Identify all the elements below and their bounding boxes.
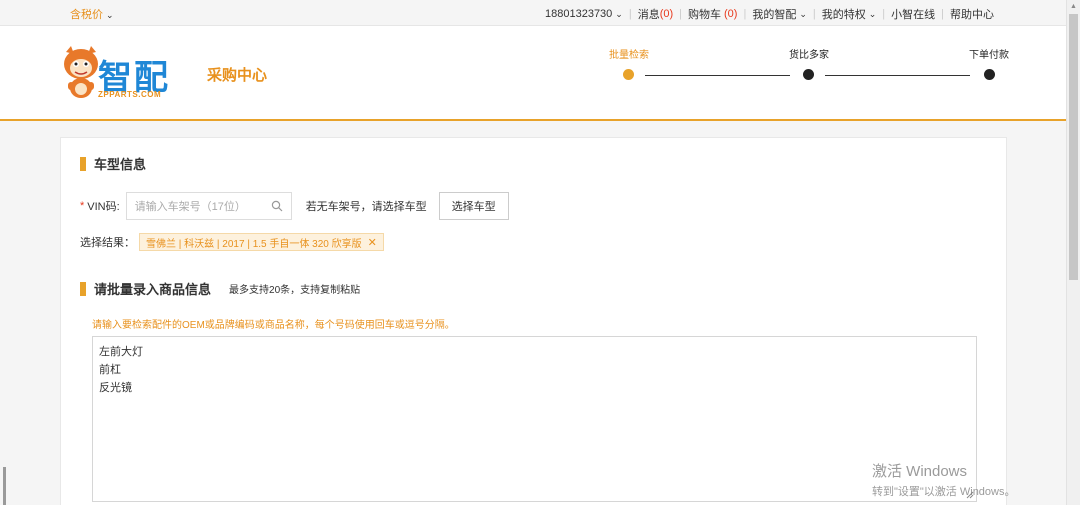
selection-result-row: 选择结果： 雪佛兰 | 科沃兹 | 2017 | 1.5 手自一体 320 欣享… [80, 233, 384, 251]
site-logo[interactable]: 智配 ZPPARTS.COM [62, 44, 182, 100]
vehicle-title-text: 车型信息 [94, 157, 147, 172]
vin-input[interactable]: 请输入车架号（17位） [125, 192, 292, 220]
my-privileges-menu[interactable]: 我的特权 ⌄ [816, 6, 883, 22]
entry-line: 反光镜 [99, 382, 132, 394]
required-marker: * [80, 200, 85, 212]
resize-grip-icon[interactable] [966, 491, 974, 499]
vehicle-result-text: 雪佛兰 | 科沃兹 | 2017 | 1.5 手自一体 320 欣享版 [146, 238, 362, 250]
scroll-up-icon[interactable]: ▲ [1070, 3, 1077, 10]
page-title: 采购中心 [207, 67, 268, 84]
batch-entry-textarea[interactable]: 左前大灯 前杠 反光镜 [92, 336, 977, 502]
help-center-link[interactable]: 帮助中心 [944, 6, 1000, 22]
step-connector [645, 75, 790, 76]
chevron-down-icon: ⌄ [799, 8, 807, 19]
batch-limit-hint: 最多支持20条，支持复制粘贴 [229, 285, 361, 296]
chevron-down-icon: ⌄ [106, 10, 114, 20]
cart-link[interactable]: 购物车 (0) [682, 6, 743, 22]
messages-count: (0) [659, 8, 674, 20]
result-label: 选择结果： [80, 237, 135, 249]
batch-title-text: 请批量录入商品信息 [94, 282, 212, 297]
my-zhipei-menu[interactable]: 我的智配 ⌄ [746, 6, 813, 22]
search-icon[interactable] [271, 200, 283, 212]
chevron-down-icon: ⌄ [615, 8, 623, 19]
step-dot [803, 69, 814, 80]
vin-placeholder: 请输入车架号（17位） [134, 201, 246, 213]
top-links: 18801323730 ⌄ | 消息 (0) | 购物车 (0) | 我的智配 ⌄ | … [539, 6, 1000, 22]
account-phone-label: 18801323730 [545, 8, 613, 20]
left-scroll-indicator [3, 467, 6, 505]
vin-row: * VIN码: 请输入车架号（17位） 若无车架号，请选择车型 选择车型 [80, 192, 509, 220]
messages-label: 消息 [637, 9, 660, 21]
step-connector [825, 75, 970, 76]
progress-steps: 批量检索 货比多家 下单付款 [600, 46, 1040, 96]
step-dot-active [623, 69, 634, 80]
main-panel: 车型信息 * VIN码: 请输入车架号（17位） 若无车架号，请选择车型 选择车… [60, 137, 1007, 505]
cart-label: 购物车 [688, 9, 722, 21]
messages-link[interactable]: 消息 (0) [632, 6, 679, 22]
online-support-link[interactable]: 小智在线 [885, 6, 941, 22]
no-vin-hint: 若无车架号，请选择车型 [305, 201, 427, 213]
scrollbar-thumb[interactable] [1069, 14, 1078, 280]
account-phone-menu[interactable]: 18801323730 ⌄ [539, 8, 629, 20]
top-bar: 含税价 ⌄ 18801323730 ⌄ | 消息 (0) | 购物车 (0) | 我的智… [0, 0, 1066, 26]
vehicle-section-title: 车型信息 [80, 154, 146, 173]
vertical-scrollbar[interactable]: ▲ [1066, 0, 1080, 505]
vehicle-result-tag: 雪佛兰 | 科沃兹 | 2017 | 1.5 手自一体 320 欣享版 ✕ [139, 233, 384, 251]
cart-count: (0) [724, 8, 738, 20]
site-header: 智配 ZPPARTS.COM 采购中心 批量检索 货比多家 下单付款 [0, 26, 1066, 121]
vin-label: VIN码: [87, 201, 120, 213]
logo-domain: ZPPARTS.COM [98, 90, 162, 99]
section-marker [80, 156, 86, 171]
my-privileges-label: 我的特权 [821, 9, 866, 21]
close-icon[interactable]: ✕ [368, 236, 377, 249]
entry-line: 左前大灯 [99, 346, 143, 358]
tax-price-toggle[interactable]: 含税价 ⌄ [70, 6, 114, 22]
chevron-down-icon: ⌄ [868, 8, 877, 19]
my-zhipei-label: 我的智配 [752, 9, 797, 21]
batch-section-title: 请批量录入商品信息 最多支持20条，支持复制粘贴 [80, 279, 360, 298]
step-label-search: 批量检索 [609, 50, 649, 61]
entry-line: 前杠 [99, 364, 121, 376]
step-label-compare: 货比多家 [789, 50, 829, 61]
batch-instruction: 请输入要检索配件的OEM或品牌编码或商品名称，每个号码使用回车或逗号分隔。 [92, 320, 455, 331]
section-marker [80, 281, 86, 296]
mascot-icon [64, 46, 98, 98]
step-label-checkout: 下单付款 [969, 50, 1009, 61]
select-vehicle-button[interactable]: 选择车型 [438, 192, 509, 220]
step-dot [984, 69, 995, 80]
tax-price-label: 含税价 [70, 9, 103, 21]
